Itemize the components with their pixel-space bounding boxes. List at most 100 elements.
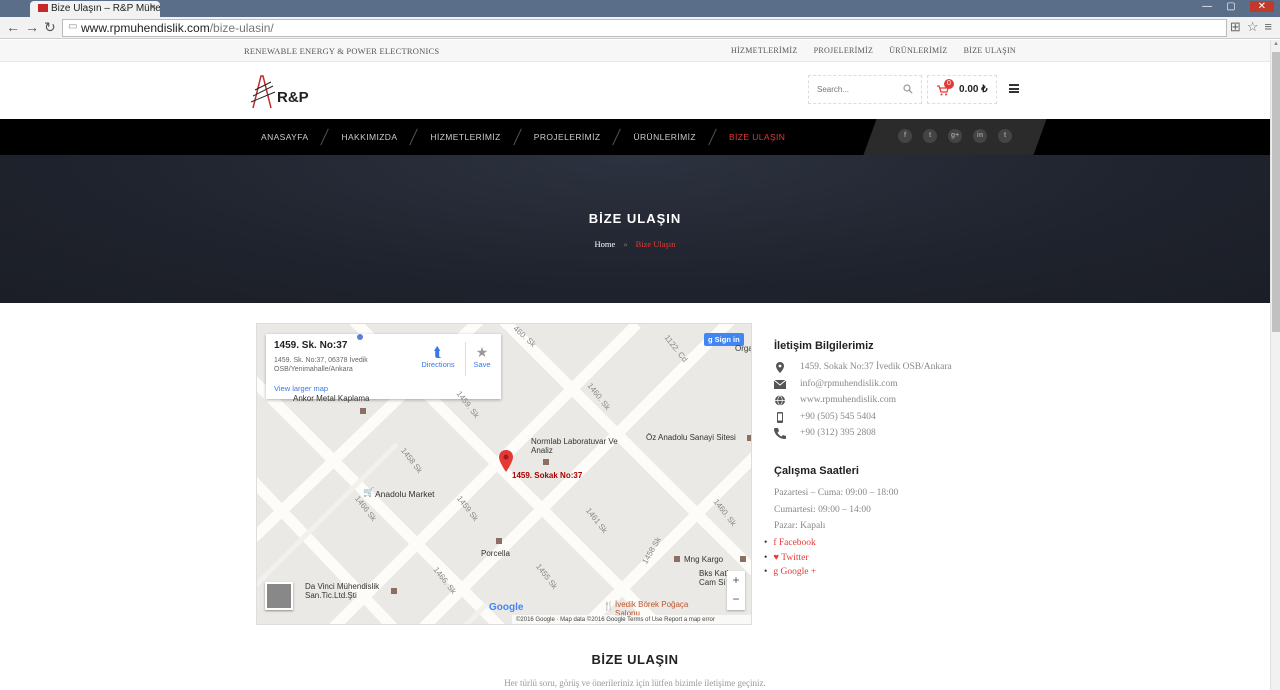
hamburger-menu-icon[interactable] — [1009, 84, 1019, 93]
map-poi-marker[interactable] — [496, 538, 502, 544]
map-poi-marker[interactable] — [747, 435, 751, 441]
google-map[interactable]: 1459. Sk. No:37 1459. Sk. No:37, 06378 İ… — [256, 323, 752, 625]
scroll-up-icon[interactable]: ▲ — [1272, 41, 1280, 49]
map-place-label: Mng Kargo — [684, 555, 724, 564]
nav-separator — [320, 128, 330, 146]
site-logo[interactable]: R&P — [249, 72, 309, 110]
directions-button[interactable]: ⮬ Directions — [418, 344, 458, 369]
map-poi-marker[interactable] — [674, 556, 680, 562]
browser-actions: ⊞ ☆ ≡ — [1230, 19, 1272, 35]
page-scrollbar[interactable]: ▲ — [1270, 40, 1280, 690]
top-nav-hizmetlerimiz[interactable]: HİZMETLERİMİZ — [731, 46, 798, 55]
directions-label: Directions — [421, 360, 455, 369]
working-hours: Çalışma Saatleri Pazartesi – Cuma: 09:00… — [774, 465, 1024, 535]
main-nav-items: ANASAYFA HAKKIMIZDA HİZMETLERİMİZ PROJEL… — [261, 119, 785, 155]
search-icon[interactable] — [903, 84, 913, 94]
map-poi-marker[interactable] — [391, 588, 397, 594]
contact-heading: İletişim Bilgilerimiz — [774, 340, 874, 352]
page-title-band: BİZE ULAŞIN Home » Bize Ulaşın — [0, 155, 1270, 303]
contact-phone-text: +90 (312) 395 2808 — [800, 428, 876, 439]
twitter-icon[interactable]: t — [923, 129, 937, 143]
facebook-icon[interactable]: f — [898, 129, 912, 143]
map-pin-label: 1459. Sokak No:37 — [512, 471, 583, 480]
minimize-icon[interactable]: — — [1202, 1, 1212, 12]
twitter-link[interactable]: ♥ Twitter — [764, 551, 816, 566]
facebook-link[interactable]: f Facebook — [764, 536, 816, 551]
nav-item-urunlerimiz[interactable]: ÜRÜNLERİMİZ — [633, 132, 696, 142]
map-poi-marker[interactable] — [357, 334, 363, 340]
save-button[interactable]: ★ Save — [466, 344, 498, 369]
nav-item-hakkimizda[interactable]: HAKKIMIZDA — [341, 132, 397, 142]
nav-item-projelerimiz[interactable]: PROJELERİMİZ — [534, 132, 601, 142]
page-title: BİZE ULAŞIN — [588, 211, 682, 226]
cart-button[interactable]: 0 0.00 ₺ — [927, 75, 997, 104]
map-place-label: Ankor Metal Kaplama — [293, 394, 370, 403]
map-place-label: Organiz — [735, 344, 751, 353]
contact-info: İletişim Bilgilerimiz 1459. Sokak No:37 … — [774, 340, 1024, 442]
breadcrumb-separator: » — [623, 239, 628, 249]
map-card-title: 1459. Sk. No:37 — [274, 340, 348, 351]
twitter-link-label: Twitter — [781, 552, 809, 563]
contact-phone: +90 (312) 395 2808 — [774, 425, 1024, 442]
map-poi-marker[interactable] — [360, 408, 366, 414]
contact-section-title: BİZE ULAŞIN — [591, 652, 679, 667]
linkedin-icon[interactable]: in — [973, 129, 987, 143]
logo-r: R&P — [277, 89, 309, 106]
contact-website: www.rpmuhendislik.com — [774, 392, 1024, 409]
zoom-out-button[interactable]: − — [727, 590, 745, 609]
contact-website-text[interactable]: www.rpmuhendislik.com — [800, 395, 896, 405]
zoom-in-button[interactable]: + — [727, 571, 745, 590]
map-marker-icon — [776, 362, 784, 373]
cart-total: 0.00 ₺ — [959, 84, 988, 95]
back-icon[interactable]: ← — [6, 19, 20, 35]
url-input[interactable]: ▭ www.rpmuhendislik.com/bize-ulasin/ — [62, 19, 1227, 37]
nav-item-anasayfa[interactable]: ANASAYFA — [261, 132, 308, 142]
nav-item-bize-ulasin[interactable]: BİZE ULAŞIN — [729, 132, 785, 142]
tab-close-icon[interactable]: × — [150, 2, 156, 13]
breadcrumb: Home » Bize Ulaşın — [0, 239, 1270, 249]
translate-icon[interactable]: ⊞ — [1230, 19, 1241, 35]
browser-tab[interactable]: Bize Ulaşın – R&P Mühendislik × — [30, 1, 160, 17]
window-controls: — ▢ ✕ — [1202, 1, 1274, 12]
contact-address-text: 1459. Sokak No:37 İvedik OSB/Ankara — [800, 362, 952, 372]
scrollbar-thumb[interactable] — [1272, 52, 1280, 332]
satellite-toggle-button[interactable] — [265, 582, 293, 610]
map-poi-marker[interactable] — [740, 556, 746, 562]
top-nav-projelerimiz[interactable]: PROJELERİMİZ — [814, 46, 874, 55]
top-nav-bize-ulasin[interactable]: BİZE ULAŞIN — [964, 46, 1016, 55]
nav-item-hizmetlerimiz[interactable]: HİZMETLERİMİZ — [430, 132, 500, 142]
map-place-label: Anadolu Market — [375, 489, 435, 499]
top-nav-urunlerimiz[interactable]: ÜRÜNLERİMİZ — [889, 46, 947, 55]
forward-icon[interactable]: → — [25, 19, 39, 35]
twitter-icon: ♥ — [773, 552, 782, 563]
reload-icon[interactable]: ↻ — [44, 19, 56, 36]
map-pin-icon[interactable] — [499, 450, 513, 472]
google-g-icon: g — [708, 335, 715, 344]
tab-title: Bize Ulaşın – R&P Mühendislik — [51, 3, 160, 14]
shopping-cart-icon[interactable]: 🛒 — [363, 487, 374, 498]
contact-email-text[interactable]: info@rpmuhendislik.com — [800, 379, 898, 389]
map-place-label: Normlab Laboratuvar Ve Analiz — [531, 437, 618, 455]
save-label: Save — [473, 360, 491, 369]
map-card-address: 1459. Sk. No:37, 06378 İvedik OSB/Yenima… — [274, 357, 368, 373]
star-icon[interactable]: ☆ — [1247, 19, 1259, 35]
google-plus-link[interactable]: g Google + — [764, 565, 816, 580]
social-links-list: f Facebook ♥ Twitter g Google + — [764, 536, 816, 580]
window-close-icon[interactable]: ✕ — [1249, 1, 1274, 12]
map-poi-marker[interactable] — [543, 459, 549, 465]
tagline: RENEWABLE ENERGY & POWER ELECTRONICS — [244, 46, 440, 56]
view-larger-map-link[interactable]: View larger map — [274, 384, 328, 393]
breadcrumb-home[interactable]: Home — [595, 239, 616, 249]
cart-count-badge: 0 — [944, 79, 954, 89]
restaurant-icon[interactable]: 🍴 — [603, 601, 614, 612]
main-nav: ANASAYFA HAKKIMIZDA HİZMETLERİMİZ PROJEL… — [0, 119, 1270, 155]
menu-icon[interactable]: ≡ — [1264, 19, 1272, 35]
maximize-icon[interactable]: ▢ — [1226, 1, 1235, 12]
url-host: www.rpmuhendislik.com — [81, 21, 210, 35]
hours-saturday: Cumartesi: 09:00 – 14:00 — [774, 504, 871, 515]
envelope-icon — [774, 379, 786, 389]
search-input[interactable] — [809, 76, 899, 102]
tumblr-icon[interactable]: t — [998, 129, 1012, 143]
google-plus-icon[interactable]: g+ — [948, 129, 962, 143]
mobile-phone-icon — [777, 411, 783, 423]
